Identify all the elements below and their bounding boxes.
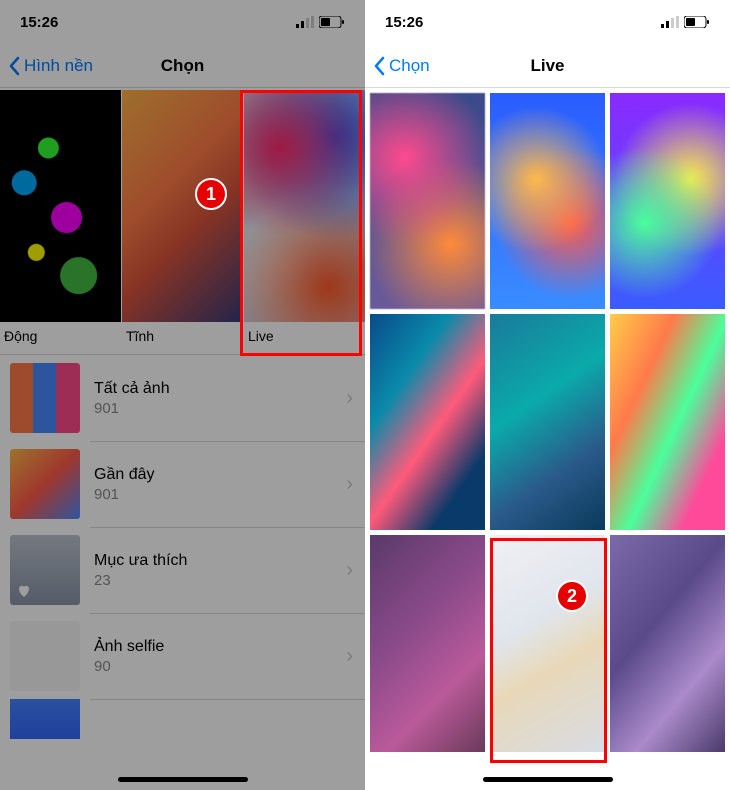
status-bar: 15:26 [365, 0, 730, 44]
album-count: 901 [94, 400, 346, 417]
category-thumb [0, 90, 121, 322]
signal-icon [296, 16, 314, 28]
phone-screen-left: 15:26 Hình nền Chọn Động Tĩnh Live [0, 0, 365, 790]
back-button[interactable]: Hình nền [8, 56, 93, 76]
album-list: Tất cả ảnh 901 › Gần đây 901 › Mục ưa th… [0, 354, 365, 739]
album-count: 901 [94, 486, 346, 503]
chevron-left-icon [373, 56, 385, 76]
back-button[interactable]: Chọn [373, 56, 430, 76]
home-indicator[interactable] [118, 777, 248, 782]
status-time: 15:26 [385, 14, 423, 31]
nav-bar: Chọn Live [365, 44, 730, 88]
category-tinh[interactable]: Tĩnh [122, 90, 243, 354]
category-label: Động [0, 322, 121, 354]
category-label: Tĩnh [122, 322, 243, 354]
back-label: Chọn [389, 56, 430, 76]
category-thumb [244, 90, 365, 322]
nav-bar: Hình nền Chọn [0, 44, 365, 88]
wallpaper-item[interactable] [610, 535, 725, 751]
chevron-right-icon: › [346, 645, 353, 668]
wallpaper-item[interactable] [610, 314, 725, 530]
album-thumb [10, 699, 80, 739]
album-row-selfie[interactable]: Ảnh selfie 90 › [0, 613, 365, 699]
status-icons [661, 16, 710, 28]
album-name: Mục ưa thích [94, 552, 346, 570]
album-row-recent[interactable]: Gần đây 901 › [0, 441, 365, 527]
wallpaper-category-row: Động Tĩnh Live [0, 90, 365, 354]
album-row-all[interactable]: Tất cả ảnh 901 › [0, 355, 365, 441]
heart-icon [16, 583, 32, 599]
signal-icon [661, 16, 679, 28]
home-indicator[interactable] [483, 777, 613, 782]
nav-title: Chọn [161, 56, 204, 76]
nav-title: Live [530, 56, 564, 76]
battery-icon [684, 16, 710, 28]
status-time: 15:26 [20, 14, 58, 31]
wallpaper-item[interactable] [490, 93, 605, 309]
chevron-right-icon: › [346, 473, 353, 496]
album-thumb [10, 363, 80, 433]
live-wallpaper-grid [365, 88, 730, 757]
album-text: Mục ưa thích 23 [94, 552, 346, 589]
album-thumb [10, 535, 80, 605]
wallpaper-item[interactable] [370, 535, 485, 751]
album-row-favorites[interactable]: Mục ưa thích 23 › [0, 527, 365, 613]
album-text: Gần đây 901 [94, 466, 346, 503]
category-dong[interactable]: Động [0, 90, 121, 354]
chevron-right-icon: › [346, 559, 353, 582]
album-thumb [10, 621, 80, 691]
category-label: Live [244, 322, 365, 354]
album-name: Gần đây [94, 466, 346, 484]
album-count: 23 [94, 572, 346, 589]
album-text: Tất cả ảnh 901 [94, 380, 346, 417]
album-text: Ảnh selfie 90 [94, 638, 346, 675]
chevron-left-icon [8, 56, 20, 76]
album-name: Ảnh selfie [94, 638, 346, 656]
back-label: Hình nền [24, 56, 93, 76]
phone-screen-right: 15:26 Chọn Live 2 [365, 0, 730, 790]
album-row-partial[interactable] [0, 699, 365, 739]
album-thumb [10, 449, 80, 519]
status-icons [296, 16, 345, 28]
battery-icon [319, 16, 345, 28]
category-live[interactable]: Live [244, 90, 365, 354]
wallpaper-item[interactable] [490, 314, 605, 530]
wallpaper-item[interactable] [490, 535, 605, 751]
category-thumb [122, 90, 243, 322]
wallpaper-item[interactable] [370, 314, 485, 530]
album-name: Tất cả ảnh [94, 380, 346, 398]
wallpaper-item[interactable] [370, 93, 485, 309]
chevron-right-icon: › [346, 387, 353, 410]
album-count: 90 [94, 658, 346, 675]
wallpaper-item[interactable] [610, 93, 725, 309]
status-bar: 15:26 [0, 0, 365, 44]
